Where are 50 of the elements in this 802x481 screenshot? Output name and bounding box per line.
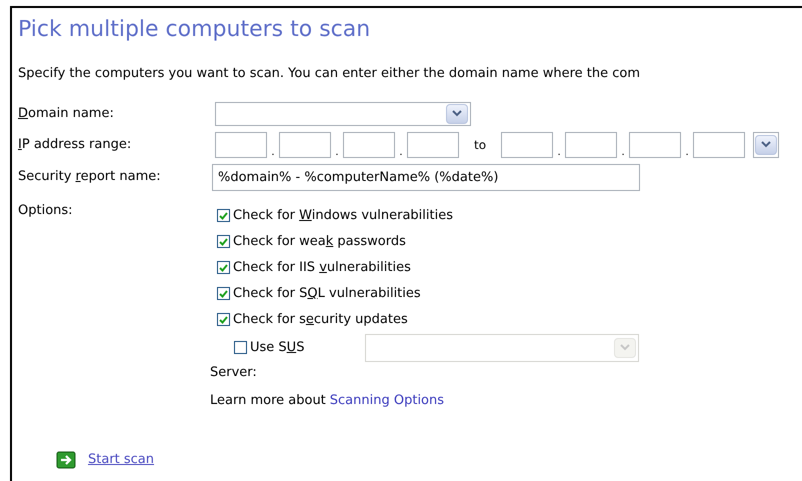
server-label: Server:	[210, 364, 258, 382]
field-label: Options:	[18, 202, 74, 220]
chevron-down-icon	[452, 110, 462, 117]
scanning-options-link[interactable]: Scanning Options	[330, 390, 444, 410]
chevron-down-icon	[620, 344, 630, 351]
field-label: Domain name:	[18, 104, 115, 123]
checkbox[interactable]	[217, 209, 230, 222]
checkbox-label[interactable]: Check for Windows vulnerabilities	[233, 206, 453, 226]
check-icon	[219, 264, 228, 272]
field-label: Security report name:	[18, 168, 162, 186]
check-icon	[219, 316, 228, 324]
ip-octet-field[interactable]	[407, 132, 459, 158]
checkbox-label[interactable]: Check for SQL vulnerabilities	[233, 284, 421, 304]
dot-separator: .	[684, 148, 690, 158]
ip-octet-field[interactable]	[565, 132, 618, 158]
ip-octet-field[interactable]	[279, 132, 331, 158]
ip-octet-field[interactable]	[501, 132, 554, 158]
checkbox-label[interactable]: Check for weak passwords	[233, 232, 406, 252]
arrow-right-icon[interactable]	[56, 450, 76, 469]
dot-separator: .	[398, 148, 404, 158]
checkbox[interactable]	[217, 287, 230, 300]
description-text: Specify the computers you want to scan. You can enter either the domain name where the com	[18, 65, 641, 83]
chevron-down-icon	[761, 141, 772, 148]
checkbox[interactable]	[234, 341, 247, 354]
dot-separator: .	[556, 148, 562, 158]
report-name-field[interactable]: %domain% - %computerName% (%date%)	[212, 164, 640, 190]
checkbox[interactable]	[217, 261, 230, 274]
check-icon	[219, 212, 228, 220]
ip-octet-field[interactable]	[343, 132, 395, 158]
server-dropdown[interactable]	[365, 334, 639, 362]
checkbox-label[interactable]: Use SUS	[250, 338, 365, 358]
ip-octet-field[interactable]	[693, 132, 746, 158]
to-label: to	[474, 136, 486, 154]
field-label: IP address range:	[18, 136, 132, 154]
start-scan-link[interactable]: Start scan	[88, 450, 154, 470]
ip-octet-field[interactable]	[629, 132, 682, 158]
learn-more-text: Learn more about	[210, 392, 326, 410]
checkbox-label[interactable]: Check for IIS vulnerabilities	[233, 258, 411, 278]
checkbox-label[interactable]: Check for security updates	[233, 310, 408, 330]
page-title: Pick multiple computers to scan	[18, 16, 372, 44]
dropdown-button[interactable]	[446, 104, 468, 124]
check-icon	[219, 238, 228, 246]
dot-separator: .	[334, 148, 340, 158]
checkbox[interactable]	[217, 313, 230, 326]
dot-separator: .	[620, 148, 626, 158]
checkbox[interactable]	[217, 235, 230, 248]
dot-separator: .	[270, 148, 276, 158]
check-icon	[219, 290, 228, 298]
ip-octet-field[interactable]	[215, 132, 267, 158]
dropdown-button[interactable]	[755, 134, 778, 154]
